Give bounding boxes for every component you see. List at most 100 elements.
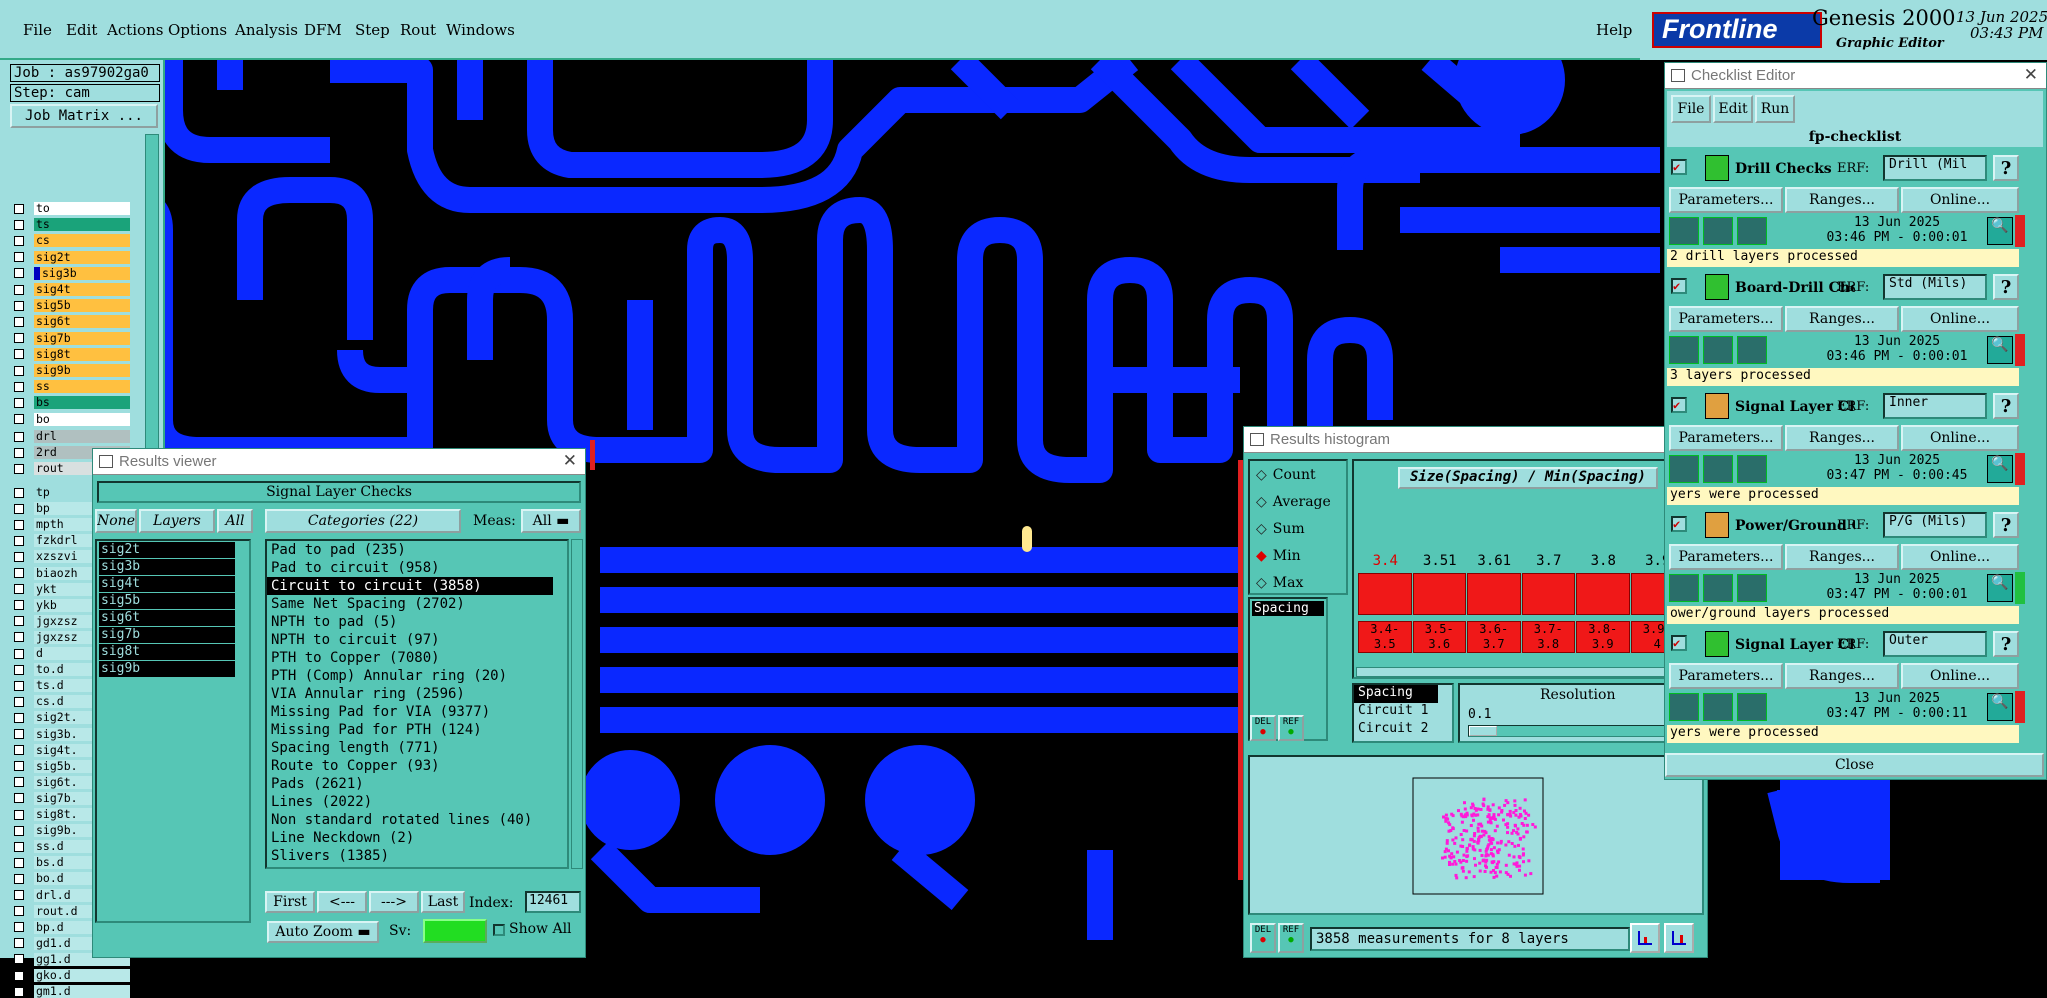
layer-checkbox[interactable]: [14, 986, 24, 997]
layer-row[interactable]: ss: [14, 380, 130, 394]
online-button[interactable]: Online...: [1901, 187, 2019, 213]
erf-input[interactable]: Outer: [1883, 631, 1987, 657]
ref-button[interactable]: REF ●: [1278, 715, 1304, 741]
layer-checkbox[interactable]: [14, 890, 24, 900]
category-item[interactable]: Missing Pad for PTH (124): [267, 721, 567, 739]
layer-checkbox[interactable]: [14, 447, 24, 458]
menu-windows[interactable]: Windows: [446, 21, 515, 39]
result-layer-item[interactable]: sig7b: [99, 627, 235, 643]
layer-checkbox[interactable]: [14, 632, 24, 643]
check-action-icon[interactable]: [1705, 155, 1729, 181]
run-action-icon[interactable]: [1737, 693, 1767, 721]
close-icon[interactable]: ✕: [2024, 65, 2038, 85]
menu-dfm[interactable]: DFM: [304, 21, 342, 39]
parameters-button[interactable]: Parameters...: [1669, 425, 1783, 451]
zoom-result-icon[interactable]: 🔍: [1987, 217, 2013, 245]
category-item[interactable]: Pad to pad (235): [267, 541, 567, 559]
layer-checkbox[interactable]: [14, 487, 24, 498]
layer-checkbox[interactable]: [14, 680, 24, 691]
category-list[interactable]: Pad to pad (235) Pad to circuit (958) Circ…: [265, 539, 569, 869]
menu-rout[interactable]: Rout: [400, 21, 436, 39]
layer-checkbox[interactable]: [14, 268, 24, 279]
layer-row[interactable]: sig6t: [14, 315, 130, 329]
parameters-button[interactable]: Parameters...: [1669, 187, 1783, 213]
check-action-icon[interactable]: [1705, 393, 1729, 419]
result-layer-item[interactable]: sig3b: [99, 559, 235, 575]
all-layers-button[interactable]: All: [217, 509, 253, 533]
layer-checkbox[interactable]: [14, 519, 24, 530]
parameters-button[interactable]: Parameters...: [1669, 663, 1783, 689]
layer-checkbox[interactable]: [14, 365, 24, 376]
layer-checkbox[interactable]: [14, 431, 24, 442]
stat-option-max[interactable]: ◇ Max: [1250, 569, 1346, 596]
sv-color-dropdown[interactable]: [423, 919, 487, 943]
layer-checkbox[interactable]: [14, 906, 24, 917]
erf-input[interactable]: P/G (Mils): [1883, 512, 1987, 538]
checklist-close-button[interactable]: Close: [1665, 753, 2044, 777]
category-item[interactable]: Lines (2022): [267, 793, 567, 811]
zoom-result-icon[interactable]: 🔍: [1987, 455, 2013, 483]
layer-row[interactable]: sig5b: [14, 299, 130, 313]
run-action-icon[interactable]: [1703, 336, 1733, 364]
category-item[interactable]: Slivers (1385): [267, 847, 567, 865]
zoom-result-icon[interactable]: 🔍: [1987, 574, 2013, 602]
category-item[interactable]: Pad to circuit (958): [267, 559, 567, 577]
run-action-icon[interactable]: [1669, 217, 1699, 245]
layer-checkbox[interactable]: [14, 873, 24, 884]
layers-button[interactable]: Layers: [139, 509, 215, 533]
run-action-icon[interactable]: [1669, 455, 1699, 483]
field-list[interactable]: Spacing Circuit 1 Circuit 2: [1352, 683, 1454, 743]
layer-checkbox[interactable]: [14, 696, 24, 707]
categories-button[interactable]: Categories (22): [265, 509, 461, 533]
menu-actions[interactable]: Actions: [107, 21, 163, 39]
layer-result-list[interactable]: sig2t sig3b sig4t sig5b sig6t sig7b sig8t sig9b: [95, 539, 251, 923]
layer-checkbox[interactable]: [14, 381, 24, 392]
online-button[interactable]: Online...: [1901, 544, 2019, 570]
field-item[interactable]: Circuit 2: [1354, 721, 1452, 739]
menu-help[interactable]: Help: [1596, 21, 1632, 39]
stat-option-sum[interactable]: ◇ Sum: [1250, 515, 1346, 542]
index-input[interactable]: 12461: [525, 891, 581, 913]
layer-checkbox[interactable]: [14, 584, 24, 595]
category-item[interactable]: VIA Annular ring (2596): [267, 685, 567, 703]
histogram-bar[interactable]: [1358, 573, 1412, 615]
ranges-button[interactable]: Ranges...: [1785, 544, 1899, 570]
parameters-button[interactable]: Parameters...: [1669, 306, 1783, 332]
check-help-button[interactable]: ?: [1993, 631, 2019, 657]
category-item[interactable]: Missing Pad for VIA (9377): [267, 703, 567, 721]
histogram-bar[interactable]: [1521, 573, 1575, 615]
checklist-menu-file[interactable]: File: [1671, 95, 1711, 123]
show-all-checkbox[interactable]: [493, 924, 505, 936]
run-action-icon[interactable]: [1669, 574, 1699, 602]
del-button-bottom[interactable]: DEL ●: [1250, 923, 1276, 953]
erf-input[interactable]: Drill (Mil: [1883, 155, 1987, 181]
zoom-result-icon[interactable]: 🔍: [1987, 336, 2013, 364]
category-item[interactable]: Line Neckdown (2): [267, 829, 567, 847]
menu-options[interactable]: Options: [168, 21, 227, 39]
check-enabled-checkbox[interactable]: ✔: [1671, 397, 1687, 413]
category-item[interactable]: Circuit to circuit (3858): [267, 577, 553, 595]
check-help-button[interactable]: ?: [1993, 393, 2019, 419]
layer-checkbox[interactable]: [14, 938, 24, 949]
check-help-button[interactable]: ?: [1993, 155, 2019, 181]
layer-checkbox[interactable]: [14, 284, 24, 295]
misc-layer-row[interactable]: gm1.d: [14, 985, 130, 998]
result-layer-item[interactable]: sig9b: [99, 661, 235, 677]
layer-row[interactable]: bo: [14, 412, 130, 426]
check-enabled-checkbox[interactable]: ✔: [1671, 516, 1687, 532]
layer-row[interactable]: to: [14, 202, 130, 215]
layer-checkbox[interactable]: [14, 219, 24, 230]
first-button[interactable]: First: [265, 891, 315, 913]
menu-file[interactable]: File: [23, 21, 52, 39]
checklist-menu-run[interactable]: Run: [1755, 95, 1795, 123]
layer-checkbox[interactable]: [14, 551, 24, 562]
misc-layer-row[interactable]: gko.d: [14, 969, 130, 982]
run-action-icon[interactable]: [1669, 336, 1699, 364]
layer-row[interactable]: sig2t: [14, 250, 130, 264]
menu-step[interactable]: Step: [355, 21, 390, 39]
check-enabled-checkbox[interactable]: ✔: [1671, 159, 1687, 175]
layer-checkbox[interactable]: [14, 761, 24, 772]
check-action-icon[interactable]: [1705, 631, 1729, 657]
layer-checkbox[interactable]: [14, 648, 24, 659]
run-action-icon[interactable]: [1703, 693, 1733, 721]
